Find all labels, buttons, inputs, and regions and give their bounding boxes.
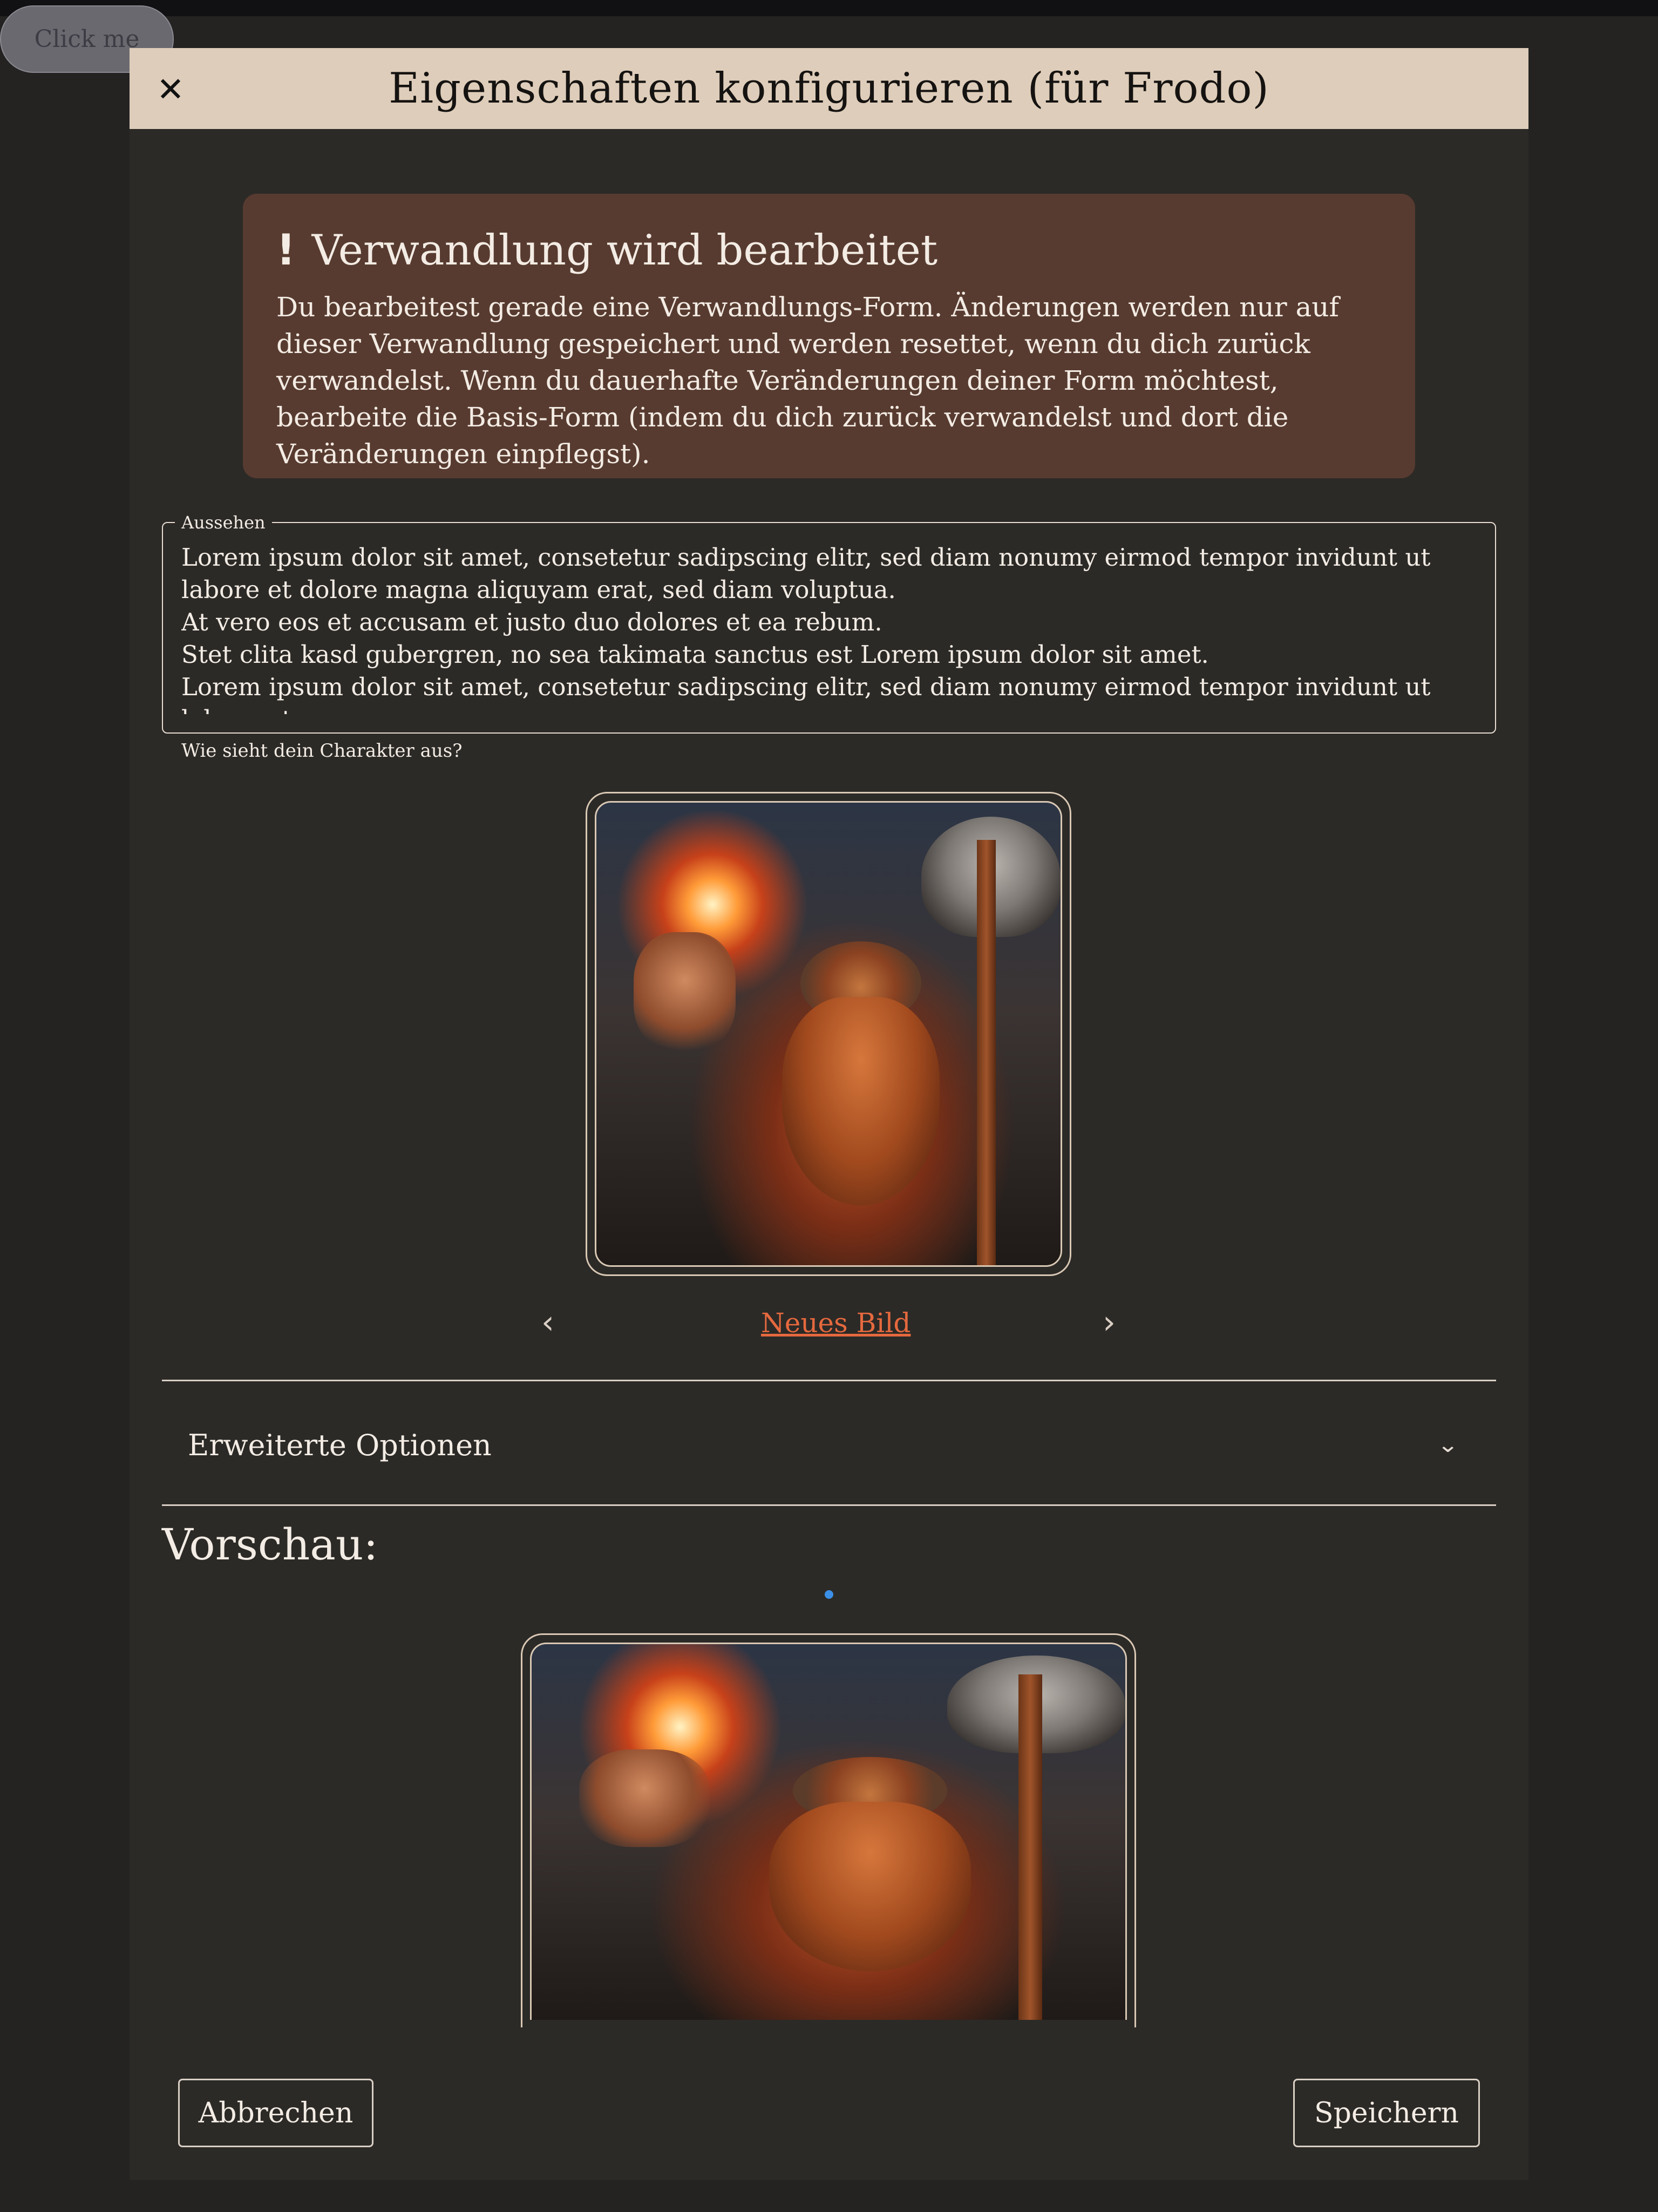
warning-title: Verwandlung wird bearbeitet	[311, 226, 938, 275]
preview-title: Vorschau:	[162, 1519, 378, 1570]
close-icon[interactable]: ✕	[154, 70, 187, 109]
top-bar	[0, 0, 1658, 16]
appearance-helper-text: Wie sieht dein Charakter aus?	[181, 740, 463, 762]
loading-indicator	[825, 1590, 833, 1599]
new-image-link[interactable]: Neues Bild	[761, 1307, 910, 1339]
appearance-label: Aussehen	[181, 512, 266, 533]
next-image-icon[interactable]: ›	[1093, 1304, 1125, 1341]
previous-image-icon[interactable]: ‹	[532, 1304, 564, 1341]
transformation-warning: ! Verwandlung wird bearbeitet Du bearbei…	[243, 194, 1415, 478]
appearance-field[interactable]: Aussehen Lorem ipsum dolor sit amet, con…	[162, 512, 1496, 734]
divider	[162, 1380, 1496, 1381]
save-button[interactable]: Speichern	[1293, 2079, 1480, 2147]
warning-text: Du bearbeitest gerade eine Verwandlungs-…	[276, 291, 1340, 470]
appearance-textarea[interactable]: Lorem ipsum dolor sit amet, consetetur s…	[181, 541, 1477, 714]
dialog-title: Eigenschaften konfigurieren (für Frodo)	[389, 64, 1269, 113]
divider	[162, 1504, 1496, 1506]
chevron-down-icon: ⌄	[1437, 1433, 1459, 1457]
advanced-options-accordion[interactable]: Erweiterte Optionen ⌄	[162, 1383, 1496, 1507]
dialog-header: ✕ Eigenschaften konfigurieren (für Frodo…	[130, 48, 1528, 129]
character-image[interactable]	[586, 792, 1071, 1276]
preview-image	[521, 1633, 1136, 2027]
advanced-options-label: Erweiterte Optionen	[188, 1428, 492, 1462]
exclamation-icon: !	[276, 226, 296, 275]
cancel-button[interactable]: Abbrechen	[178, 2079, 373, 2147]
